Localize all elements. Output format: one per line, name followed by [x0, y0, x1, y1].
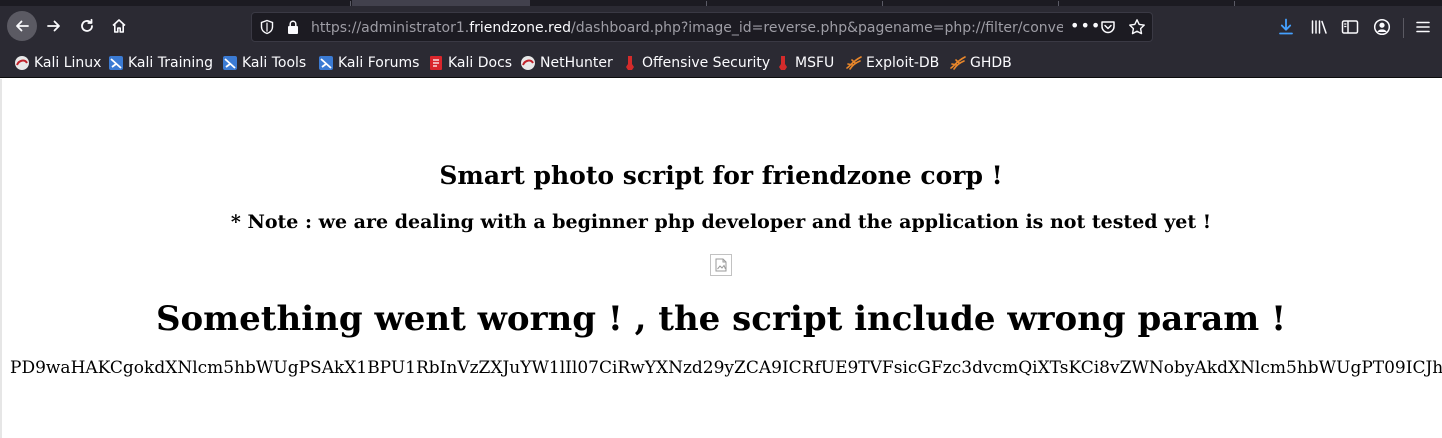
lock-icon[interactable]	[286, 19, 300, 39]
bookmark-msfu[interactable]: MSFU	[775, 52, 834, 74]
bookmark-label: Exploit-DB	[866, 55, 940, 71]
sidebar-button[interactable]	[1339, 16, 1361, 38]
developer-note: * Note : we are dealing with a beginner …	[230, 211, 1212, 233]
bookmark-label: Kali Tools	[242, 55, 307, 71]
url-text[interactable]: https://administrator1.friendzone.red/da…	[311, 18, 1063, 38]
bookmark-exploit-db[interactable]: Exploit-DB	[846, 52, 939, 74]
bookmark-kali-linux[interactable]: Kali Linux	[14, 52, 101, 74]
bookmark-label: NetHunter	[540, 55, 613, 71]
account-button[interactable]	[1371, 16, 1393, 38]
forward-button[interactable]	[39, 11, 69, 41]
toolbar-separator	[1403, 18, 1404, 38]
bookmark-nethunter[interactable]: NetHunter	[520, 52, 613, 74]
nethunter-icon	[520, 55, 536, 71]
navigation-toolbar: https://administrator1.friendzone.red/da…	[0, 6, 1442, 48]
bookmark-kali-training[interactable]: Kali Training	[108, 52, 213, 74]
kali-training-icon	[108, 55, 124, 71]
ghdb-icon	[950, 55, 966, 71]
bookmark-label: Kali Docs	[448, 55, 513, 71]
url-prefix: https://administrator1.	[311, 20, 470, 36]
page-left-border	[0, 79, 2, 438]
base64-output: PD9waHAKCgokdXNlcm5hbWUgPSAkX1BPU1RbInVz…	[10, 358, 1442, 378]
kali-tools-icon	[222, 55, 238, 71]
pocket-icon[interactable]	[1100, 19, 1116, 39]
bookmark-offensive-security[interactable]: Offensive Security	[622, 52, 770, 74]
page-heading: Smart photo script for friendzone corp !	[439, 161, 1003, 190]
bookmark-label: Kali Forums	[338, 55, 420, 71]
back-button[interactable]	[7, 11, 37, 41]
bookmark-label: Kali Linux	[34, 55, 102, 71]
offsec-icon	[622, 55, 638, 71]
library-button[interactable]	[1308, 16, 1330, 38]
bookmark-label: Kali Training	[128, 55, 213, 71]
msfu-icon	[775, 55, 791, 71]
reload-button[interactable]	[72, 11, 102, 41]
library-icon	[1311, 20, 1327, 34]
broken-image-icon	[710, 254, 732, 276]
bookmark-label: GHDB	[970, 55, 1012, 71]
menu-button[interactable]	[1412, 16, 1434, 38]
bookmark-kali-forums[interactable]: Kali Forums	[318, 52, 419, 74]
home-icon	[112, 19, 126, 33]
tracking-protection-icon[interactable]	[259, 19, 275, 39]
url-bar[interactable]: https://administrator1.friendzone.red/da…	[251, 12, 1153, 42]
arrow-right-icon	[47, 20, 60, 32]
bookmark-kali-docs[interactable]: Kali Docs	[428, 52, 512, 74]
bookmark-label: MSFU	[795, 55, 835, 71]
exploitdb-icon	[846, 55, 862, 71]
bookmark-ghdb[interactable]: GHDB	[950, 52, 1012, 74]
account-icon	[1373, 18, 1391, 36]
hamburger-menu-icon	[1416, 21, 1430, 33]
page-content: Smart photo script for friendzone corp !…	[0, 79, 1442, 438]
arrow-left-icon	[16, 20, 29, 32]
home-button[interactable]	[104, 11, 134, 41]
bookmark-kali-tools[interactable]: Kali Tools	[222, 52, 306, 74]
kali-dragon-icon	[14, 55, 30, 71]
bookmark-star-icon[interactable]	[1128, 18, 1146, 40]
downloads-button[interactable]	[1275, 16, 1297, 38]
sidebar-icon	[1341, 20, 1359, 34]
kali-docs-icon	[428, 55, 444, 71]
download-icon	[1279, 18, 1293, 35]
error-message: Something went worng ! , the script incl…	[155, 299, 1287, 339]
kali-forums-icon	[318, 55, 334, 71]
bookmarks-toolbar: Kali Linux Kali Training Kali Tools Kali…	[0, 48, 1442, 78]
page-actions-icon[interactable]: •••	[1070, 16, 1101, 35]
url-path: /dashboard.php?image_id=reverse.php&page…	[570, 20, 1063, 36]
url-host: friendzone.red	[469, 20, 571, 36]
bookmark-label: Offensive Security	[642, 55, 771, 71]
reload-icon	[81, 18, 93, 32]
